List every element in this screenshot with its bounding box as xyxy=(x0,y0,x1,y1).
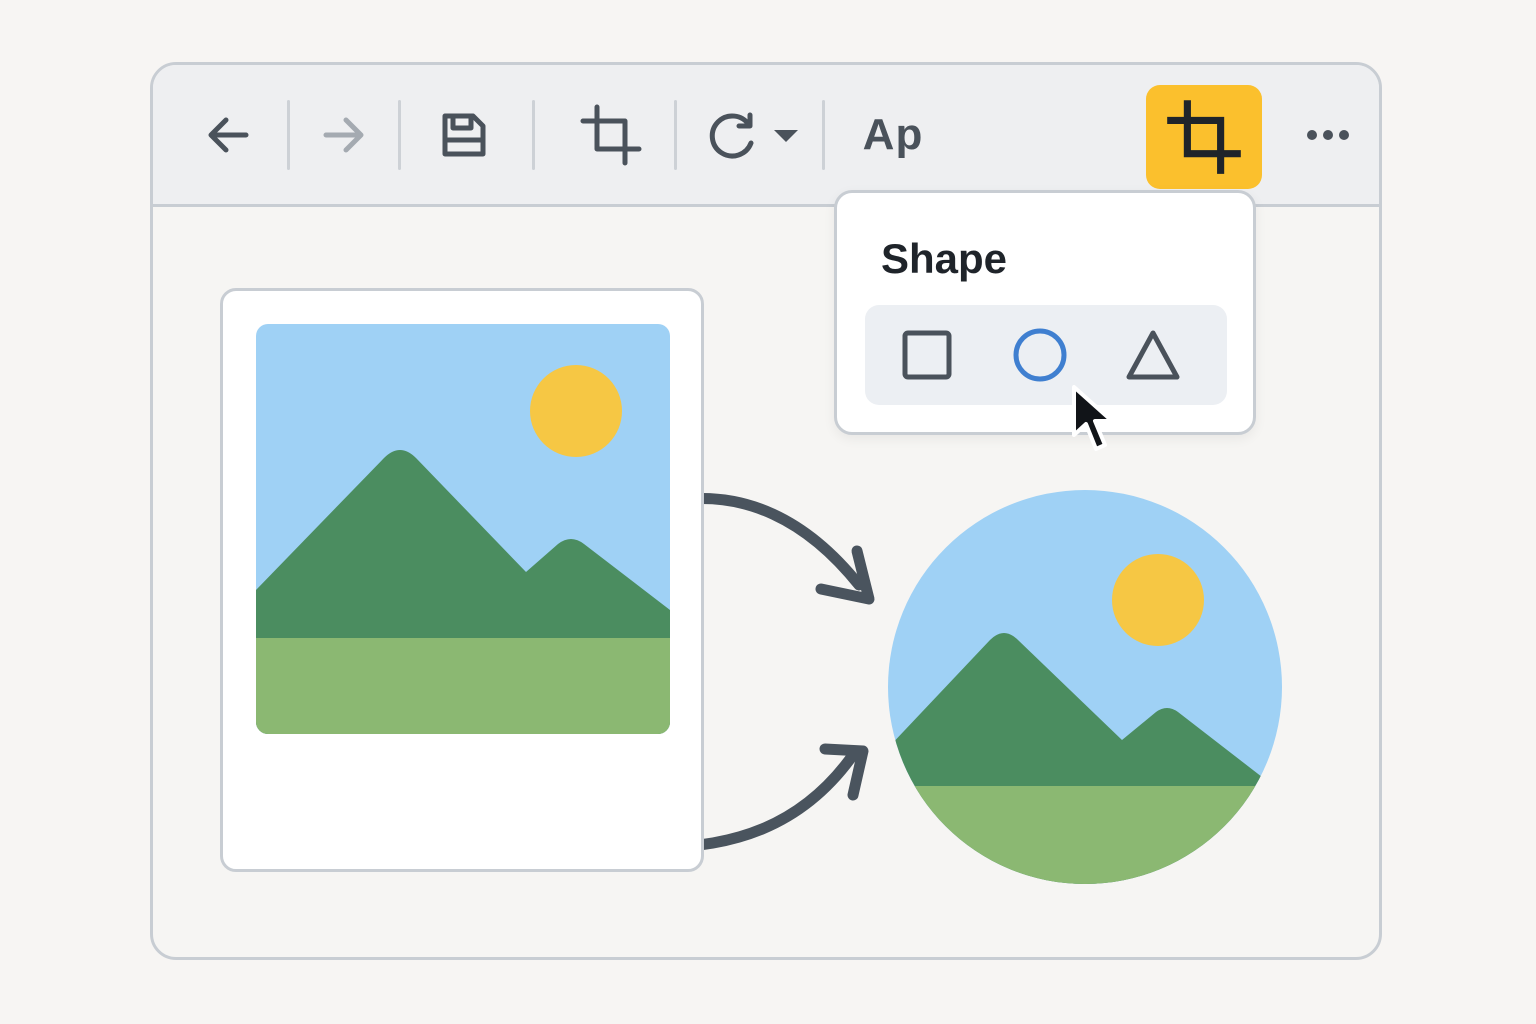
arrow-top xyxy=(683,493,865,591)
triangle-icon xyxy=(1126,330,1180,380)
sun-icon xyxy=(1112,554,1204,646)
shape-option-circle[interactable] xyxy=(1010,325,1070,385)
shape-options xyxy=(865,305,1227,405)
popover-title: Shape xyxy=(881,235,1008,282)
sun-icon xyxy=(530,365,622,457)
circle-cropped-image[interactable] xyxy=(886,488,1284,886)
shape-option-square[interactable] xyxy=(897,325,957,385)
circle-icon xyxy=(1013,328,1067,382)
shape-popover: Shape xyxy=(834,190,1256,435)
source-photo-card[interactable] xyxy=(220,288,704,872)
landscape-image xyxy=(256,324,670,734)
square-icon xyxy=(902,330,952,380)
shape-option-triangle[interactable] xyxy=(1123,325,1183,385)
mouse-cursor-icon xyxy=(1072,385,1114,451)
